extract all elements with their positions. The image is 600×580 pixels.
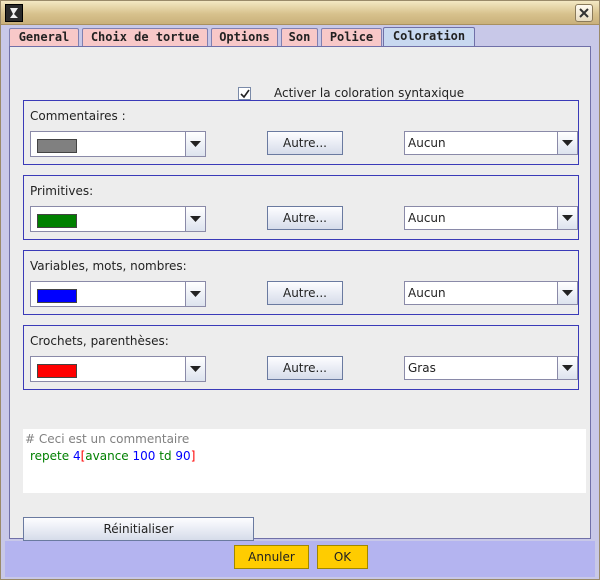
preview-primitive: repete xyxy=(30,449,70,463)
tab-son[interactable]: Son xyxy=(281,28,318,46)
other-color-button[interactable]: Autre... xyxy=(267,281,343,305)
group-title: Crochets, parenthèses: xyxy=(30,334,169,348)
tab-general[interactable]: General xyxy=(9,28,79,46)
group-title: Commentaires : xyxy=(30,109,126,123)
font-style-value: Aucun xyxy=(408,211,446,225)
reset-button[interactable]: Réinitialiser xyxy=(23,517,254,541)
ok-button[interactable]: OK xyxy=(317,545,368,569)
title-bar xyxy=(1,1,599,25)
tab-choix-de-tortue[interactable]: Choix de tortue xyxy=(82,28,208,46)
other-color-button[interactable]: Autre... xyxy=(267,356,343,380)
preview-primitive: td xyxy=(159,449,172,463)
color-swatch xyxy=(37,139,77,153)
tab-coloration[interactable]: Coloration xyxy=(383,27,475,47)
preview-number: 100 xyxy=(132,449,156,463)
other-color-button[interactable]: Autre... xyxy=(267,206,343,230)
color-swatch xyxy=(37,364,77,378)
chevron-down-icon[interactable] xyxy=(185,282,205,306)
group-title: Variables, mots, nombres: xyxy=(30,259,187,273)
group-primitives: Primitives: Autre... Aucun xyxy=(23,175,579,240)
preferences-window: General Choix de tortue Options Son Poli… xyxy=(0,0,600,580)
chevron-down-icon[interactable] xyxy=(557,357,577,379)
color-select[interactable] xyxy=(30,131,206,157)
font-style-value: Gras xyxy=(408,361,436,375)
color-select[interactable] xyxy=(30,206,206,232)
font-style-select[interactable]: Aucun xyxy=(404,281,578,305)
tab-options[interactable]: Options xyxy=(211,28,278,46)
chevron-down-icon[interactable] xyxy=(185,357,205,381)
font-style-select[interactable]: Gras xyxy=(404,356,578,380)
group-variables: Variables, mots, nombres: Autre... Aucun xyxy=(23,250,579,315)
preview-number: 90 xyxy=(175,449,191,463)
preview-bracket: ] xyxy=(190,449,196,463)
preview-primitive: avance xyxy=(85,449,129,463)
font-style-select[interactable]: Aucun xyxy=(404,131,578,155)
activate-coloring-checkbox[interactable] xyxy=(238,87,251,100)
coloration-panel: Activer la coloration syntaxique Comment… xyxy=(9,46,591,541)
logo-icon xyxy=(5,4,23,22)
preview-number: 4 xyxy=(72,449,81,463)
preview-code: repete 4[avance 100 td 90] xyxy=(30,449,195,463)
chevron-down-icon[interactable] xyxy=(185,207,205,231)
activate-coloring-label: Activer la coloration syntaxique xyxy=(274,86,465,100)
syntax-preview: # Ceci est un commentaire repete 4[avanc… xyxy=(23,429,586,493)
chevron-down-icon[interactable] xyxy=(557,282,577,304)
other-color-button[interactable]: Autre... xyxy=(267,131,343,155)
font-style-select[interactable]: Aucun xyxy=(404,206,578,230)
group-commentaires: Commentaires : Autre... Aucun xyxy=(23,100,579,165)
color-swatch xyxy=(37,214,77,228)
font-style-value: Aucun xyxy=(408,136,446,150)
chevron-down-icon[interactable] xyxy=(185,132,205,156)
cancel-button[interactable]: Annuler xyxy=(234,545,309,569)
dialog-content: General Choix de tortue Options Son Poli… xyxy=(5,27,595,541)
font-style-value: Aucun xyxy=(408,286,446,300)
chevron-down-icon[interactable] xyxy=(557,132,577,154)
dialog-footer: Annuler OK xyxy=(5,541,595,577)
color-select[interactable] xyxy=(30,356,206,382)
group-title: Primitives: xyxy=(30,184,94,198)
close-icon[interactable] xyxy=(575,4,593,22)
color-select[interactable] xyxy=(30,281,206,307)
preview-comment: # Ceci est un commentaire xyxy=(25,432,190,446)
tab-police[interactable]: Police xyxy=(321,28,382,46)
color-swatch xyxy=(37,289,77,303)
group-crochets: Crochets, parenthèses: Autre... Gras xyxy=(23,325,579,390)
chevron-down-icon[interactable] xyxy=(557,207,577,229)
